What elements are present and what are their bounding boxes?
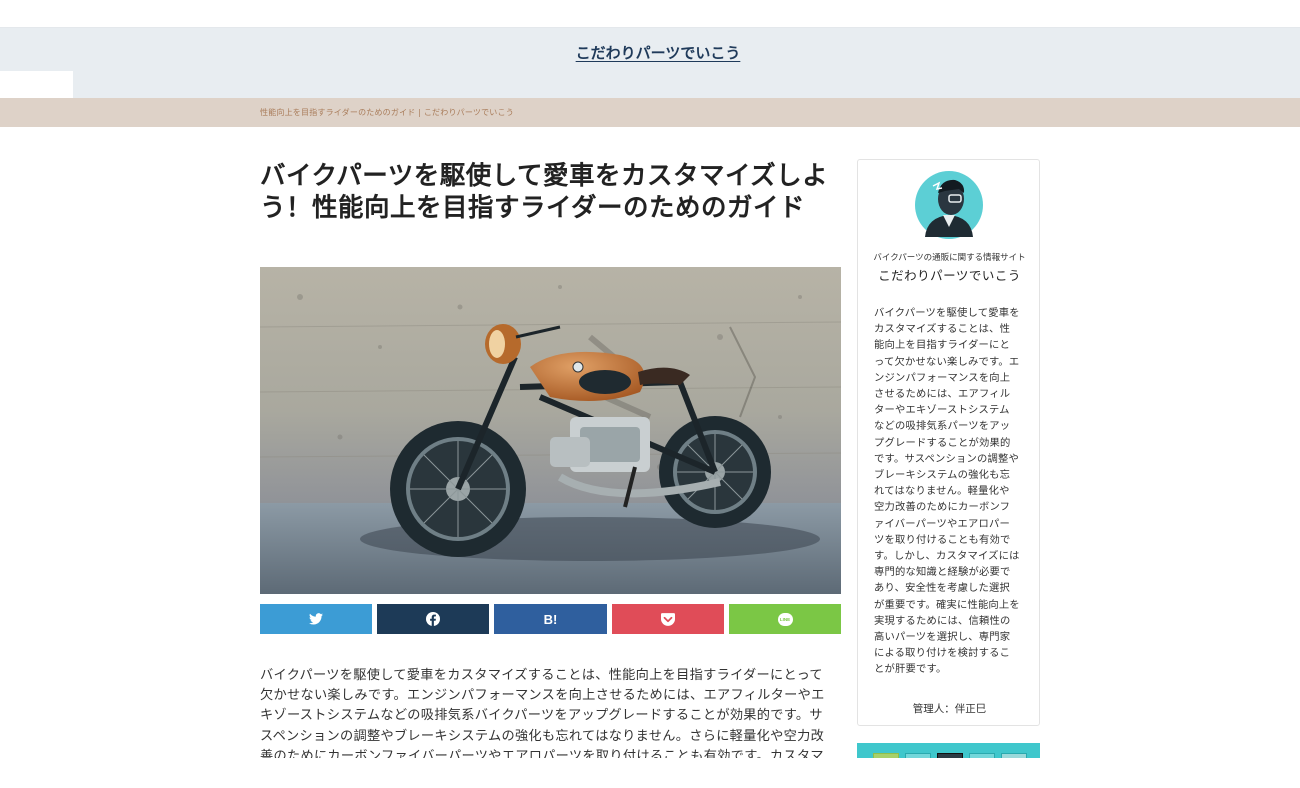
- hero-image: [260, 267, 841, 594]
- profile-widget: バイクパーツの通販に関する情報サイト こだわりパーツでいこう バイクパーツを駆使…: [857, 159, 1040, 726]
- site-header: こだわりパーツでいこう: [0, 28, 1300, 98]
- motorcycle-illustration: [260, 267, 841, 594]
- twitter-share-button[interactable]: [260, 604, 372, 634]
- share-buttons: B! LINE: [260, 604, 841, 634]
- line-share-button[interactable]: LINE: [729, 604, 841, 634]
- breadcrumb[interactable]: 性能向上を目指すライダーのためのガイド | こだわりパーツでいこう: [260, 107, 514, 118]
- hatena-bookmark-share-button[interactable]: B!: [494, 604, 607, 634]
- facebook-share-button[interactable]: [377, 604, 489, 634]
- avatar: [915, 171, 983, 239]
- hatena-bookmark-icon: B!: [543, 611, 558, 627]
- profile-name: こだわりパーツでいこう: [878, 268, 1021, 283]
- header-white-block: [0, 71, 73, 98]
- twitter-icon: [309, 613, 323, 625]
- top-strip: [0, 0, 1300, 28]
- facebook-icon: [426, 612, 440, 626]
- article: バイクパーツを駆使して愛車をカスタマイズしよう！性能向上を目指すライダーのための…: [260, 160, 841, 224]
- article-title: バイクパーツを駆使して愛車をカスタマイズしよう！性能向上を目指すライダーのための…: [260, 161, 829, 223]
- profile-admin: 管理人：伴正巳: [912, 703, 987, 715]
- profile-description: バイクパーツを駆使して愛車をカスタマイズすることは、性能向上を目指すライダーにと…: [874, 307, 1020, 676]
- profile-tagline: バイクパーツの通販に関する情報サイト: [873, 253, 1026, 263]
- sidebar-widget-banner[interactable]: [857, 743, 1040, 758]
- avatar-illustration: [915, 171, 983, 239]
- line-icon: LINE: [777, 612, 793, 626]
- site-title-link[interactable]: こだわりパーツでいこう: [0, 42, 1300, 63]
- viewport-bottom: [0, 758, 1300, 788]
- breadcrumb-bar: 性能向上を目指すライダーのためのガイド | こだわりパーツでいこう: [0, 98, 1300, 127]
- pocket-share-button[interactable]: [612, 604, 724, 634]
- pocket-icon: [661, 612, 675, 626]
- article-body: バイクパーツを駆使して愛車をカスタマイズすることは、性能向上を目指すライダーにと…: [260, 668, 825, 764]
